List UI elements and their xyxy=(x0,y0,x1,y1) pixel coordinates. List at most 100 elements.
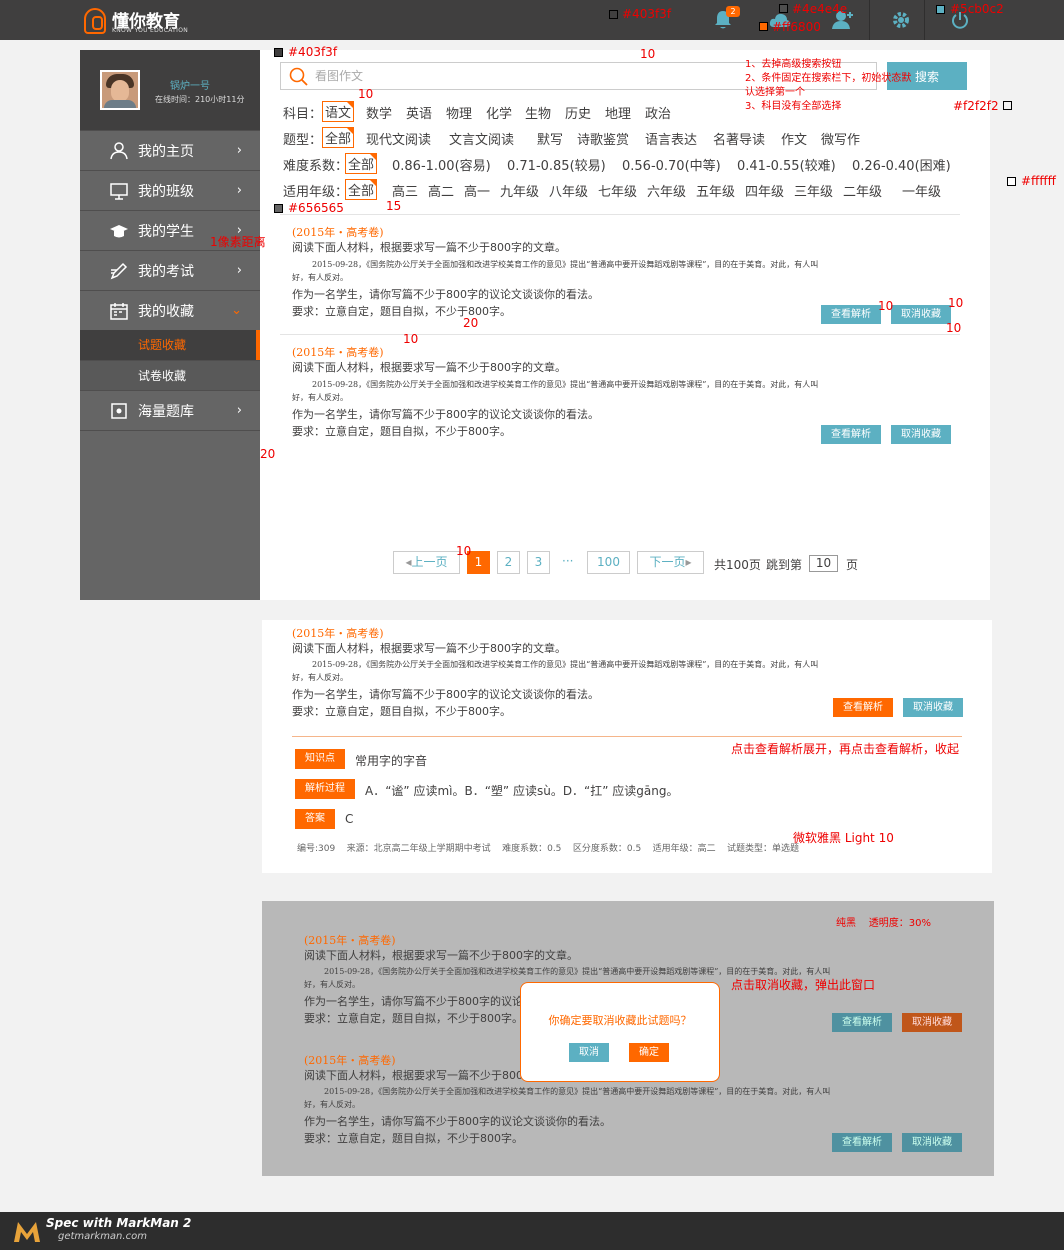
logo-subtitle: KNOW YOU EDUCATION xyxy=(112,27,189,34)
filter-option[interactable]: 物理 xyxy=(446,103,472,122)
jump-page-input[interactable]: 10 xyxy=(809,555,838,572)
filter-option[interactable]: 文言文阅读 xyxy=(449,129,514,148)
annotation-color: #ffffff xyxy=(1021,174,1056,188)
notification-badge: 2 xyxy=(726,6,740,17)
page-button[interactable]: 3 xyxy=(527,551,550,574)
annotation-spacing: 10 xyxy=(878,299,894,313)
filter-option[interactable]: 二年级 xyxy=(843,181,882,200)
annotation-spacing: 10 xyxy=(948,296,964,310)
filter-option[interactable]: 生物 xyxy=(525,103,551,122)
filter-option[interactable]: 化学 xyxy=(486,103,512,122)
sidebar-item-label: 我的考试 xyxy=(138,263,194,280)
question-text: 好，有人反对。 xyxy=(304,980,360,989)
filter-option[interactable]: 0.86-1.00(容易) xyxy=(392,155,491,174)
sidebar-item-exams[interactable]: 我的考试 › xyxy=(80,250,260,290)
calendar-icon xyxy=(110,302,128,320)
chevron-right-icon: › xyxy=(236,263,242,278)
filter-option[interactable]: 诗歌鉴赏 xyxy=(577,129,629,148)
filter-option[interactable]: 六年级 xyxy=(647,181,686,200)
annotation-spacing: 20 xyxy=(260,447,276,461)
uncollect-button[interactable]: 取消收藏 xyxy=(903,698,963,717)
pen-icon xyxy=(110,262,128,279)
filter-option[interactable]: 英语 xyxy=(406,103,432,122)
filter-option[interactable]: 全部 xyxy=(322,127,355,148)
uncollect-button[interactable]: 取消收藏 xyxy=(891,425,951,444)
page-button[interactable]: 2 xyxy=(497,551,520,574)
notifications-button[interactable]: 2 xyxy=(700,0,745,40)
question-text: 作为一名学生，请你写篇不少于800字的议论文谈谈你的看法。 xyxy=(292,288,599,301)
dialog-cancel-button[interactable]: 取消 xyxy=(569,1043,609,1062)
filter-option[interactable]: 三年级 xyxy=(794,181,833,200)
filter-option[interactable]: 微写作 xyxy=(821,129,860,148)
filter-option[interactable]: 地理 xyxy=(605,103,631,122)
view-analysis-button[interactable]: 查看解析 xyxy=(821,305,881,324)
filter-option[interactable]: 数学 xyxy=(366,103,392,122)
answer-text: C xyxy=(345,812,354,826)
filter-option[interactable]: 一年级 xyxy=(902,181,941,200)
question-meta: 编号:309 来源：北京高二年级上学期期中考试 难度系数：0.5 区分度系数：0… xyxy=(297,844,800,854)
search-input[interactable] xyxy=(315,65,715,87)
annotation-spacing: 10 xyxy=(403,332,419,346)
sidebar-subitem-paper-favorites[interactable]: 试卷收藏 xyxy=(80,360,260,390)
logo[interactable]: 懂你教育 KNOW YOU EDUCATION xyxy=(84,6,194,36)
filter-option[interactable]: 0.56-0.70(中等) xyxy=(622,155,721,174)
annotation-font-note: 微软雅黑 Light 10 xyxy=(793,831,894,845)
filter-option[interactable]: 九年级 xyxy=(500,181,539,200)
filter-option[interactable]: 语言表达 xyxy=(645,129,697,148)
uncollect-button[interactable]: 取消收藏 xyxy=(902,1133,962,1152)
filter-option[interactable]: 语文 xyxy=(322,101,355,122)
filter-option[interactable]: 全部 xyxy=(345,179,378,200)
sidebar-item-class[interactable]: 我的班级 › xyxy=(80,170,260,210)
annotation-color: #403f3f xyxy=(288,45,338,59)
gear-icon xyxy=(892,12,909,28)
sidebar-item-favorites[interactable]: 我的收藏 ⌄ xyxy=(80,290,260,330)
filter-option[interactable]: 高三 xyxy=(392,181,418,200)
sidebar-subitem-question-favorites[interactable]: 试题收藏 xyxy=(80,330,260,360)
view-analysis-button[interactable]: 查看解析 xyxy=(821,425,881,444)
page-button[interactable]: 100 xyxy=(587,551,630,574)
filter-option[interactable]: 历史 xyxy=(565,103,591,122)
uncollect-button[interactable]: 取消收藏 xyxy=(902,1013,962,1032)
filter-option[interactable]: 四年级 xyxy=(745,181,784,200)
filter-option[interactable]: 作文 xyxy=(781,129,807,148)
question-text: 2015-09-28，《国务院办公厅关于全面加强和改进学校美育工作的意见》提出“… xyxy=(324,1087,831,1096)
filter-option[interactable]: 五年级 xyxy=(696,181,735,200)
view-analysis-button[interactable]: 查看解析 xyxy=(833,698,893,717)
filter-option[interactable]: 0.41-0.55(较难) xyxy=(737,155,836,174)
settings-button[interactable] xyxy=(878,0,923,40)
user-icon xyxy=(110,141,128,159)
filter-option[interactable]: 七年级 xyxy=(598,181,637,200)
next-page-button[interactable]: 下一页▸ xyxy=(637,551,704,574)
filter-option[interactable]: 全部 xyxy=(345,153,378,174)
uncollect-button[interactable]: 取消收藏 xyxy=(891,305,951,324)
filter-option[interactable]: 默写 xyxy=(537,129,563,148)
view-analysis-button[interactable]: 查看解析 xyxy=(832,1013,892,1032)
question-text: 好，有人反对。 xyxy=(304,1100,360,1109)
dialog-confirm-button[interactable]: 确定 xyxy=(629,1043,669,1062)
annotation-color: #f2f2f2 xyxy=(953,99,999,113)
filter-option[interactable]: 名著导读 xyxy=(713,129,765,148)
filter-option[interactable]: 政治 xyxy=(645,103,671,122)
filter-label-type: 题型： xyxy=(283,133,323,148)
avatar[interactable] xyxy=(100,70,140,110)
annotation-color: #4e4e4e xyxy=(792,2,848,16)
filter-label-subject: 科目： xyxy=(283,107,323,122)
sidebar-item-question-bank[interactable]: 海量题库 › xyxy=(80,390,260,430)
prev-page-button[interactable]: ◂上一页 xyxy=(393,551,460,574)
filter-option[interactable]: 八年级 xyxy=(549,181,588,200)
chevron-right-icon: ▸ xyxy=(685,555,692,569)
filter-option[interactable]: 高二 xyxy=(428,181,454,200)
filter-option[interactable]: 现代文阅读 xyxy=(366,129,431,148)
filter-option[interactable]: 高一 xyxy=(464,181,490,200)
dialog-message: 你确定要取消收藏此试题吗？ xyxy=(548,1014,692,1027)
filter-option[interactable]: 0.26-0.40(困难) xyxy=(852,155,951,174)
knowledge-text: 常用字的字音 xyxy=(355,754,428,768)
sidebar-item-home[interactable]: 我的主页 › xyxy=(80,130,260,170)
view-analysis-button[interactable]: 查看解析 xyxy=(832,1133,892,1152)
color-swatch xyxy=(274,204,283,213)
search-icon xyxy=(289,67,308,86)
question-text: 作为一名学生，请你写篇不少于800字的议论文谈谈你的看法。 xyxy=(304,1115,611,1128)
sidebar-divider xyxy=(80,430,260,431)
question-source: (2015年・高考卷) xyxy=(292,627,384,640)
filter-option[interactable]: 0.71-0.85(较易) xyxy=(507,155,606,174)
